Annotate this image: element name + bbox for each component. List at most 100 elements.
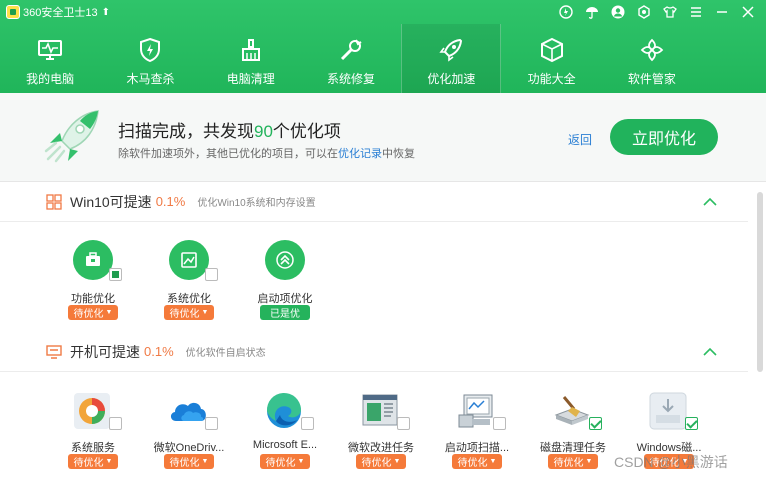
item-checkbox[interactable] [589,417,602,430]
list-item-disk-cleanup[interactable]: 磁盘清理任务 待优化 ▼ [528,389,618,480]
shield-badge-icon[interactable] [556,3,576,21]
monitor-icon [34,34,66,66]
status-text: 待优化 [265,458,296,469]
status-dropdown[interactable]: 待优化 ▼ [452,454,502,469]
status-dropdown[interactable]: 待优化 ▼ [68,454,118,469]
item-label: 系统优化 [167,293,211,305]
status-dropdown[interactable]: 待优化 ▼ [68,305,118,320]
section-percent: 0.1% [144,344,174,359]
app-title: 360安全卫士13 [23,7,98,19]
nav-label: 软件管家 [627,72,676,86]
item-checkbox[interactable] [397,417,410,430]
minimize-icon[interactable] [712,3,732,21]
nav-item-trojan-scan[interactable]: 木马查杀 [100,24,200,93]
nav-label: 优化加速 [427,72,476,86]
caret-down-icon: ▼ [105,309,113,316]
status-dropdown[interactable]: 待优化 ▼ [164,454,214,469]
item-checkbox[interactable] [205,268,218,281]
status-dropdown[interactable]: 待优化 ▼ [356,454,406,469]
scan-result-subtitle: 除软件加速项外，其他已优化的项目，可以在优化记录中恢复 [118,145,415,161]
subtitle-prefix: 除软件加速项外，其他已优化的项目，可以在 [118,148,338,160]
optimize-now-button[interactable]: 立即优化 [610,119,718,155]
nav-item-software-manager[interactable]: 软件管家 [602,24,702,93]
item-label: 启动项扫描... [444,442,510,454]
list-item-onedrive[interactable]: 微软OneDriv... 待优化 ▼ [144,389,234,480]
nav-label: 我的电脑 [26,72,75,86]
status-text: 待优化 [169,458,200,469]
broom-icon [235,34,267,66]
nav-item-feature-center[interactable]: 功能大全 [501,24,601,93]
item-checkbox[interactable] [205,417,218,430]
close-icon[interactable] [738,3,758,21]
status-dropdown[interactable]: 待优化 ▼ [260,454,310,469]
status-text: 待优化 [73,309,104,320]
list-item-system-optimize[interactable]: 系统优化 待优化 ▼ [144,240,234,340]
caret-down-icon: ▼ [201,309,209,316]
item-checkbox[interactable] [109,417,122,430]
status-dropdown[interactable]: 待优化 ▼ [164,305,214,320]
status-badge: 已是优 [260,305,310,320]
shield-bolt-icon [134,34,166,66]
item-label: 微软改进任务 [348,442,414,454]
rocket-illustration-icon [44,110,99,163]
toolbox-icon [73,240,113,280]
section-desc: 优化软件自启状态 [185,348,266,359]
system-service-icon [74,393,110,429]
window-controls [556,3,758,21]
nav-item-optimize[interactable]: 优化加速 [401,24,502,93]
menu-icon[interactable] [686,3,706,21]
list-item-improvement-task[interactable]: 微软改进任务 待优化 ▼ [336,389,426,480]
edge-icon [266,392,301,428]
caret-down-icon: ▼ [201,458,209,465]
windows-grid-icon [46,193,62,210]
list-item-startup-scan[interactable]: 启动项扫描... 待优化 ▼ [432,389,522,480]
item-label: 微软OneDriv... [153,442,225,454]
double-chevron-up-icon [265,240,305,280]
caret-down-icon: ▼ [393,458,401,465]
wrench-icon [335,34,367,66]
cube-icon [536,34,568,66]
section-desc: 优化Win10系统和内存设置 [197,198,316,209]
nav-item-my-computer[interactable]: 我的电脑 [0,24,100,93]
nav-label: 木马查杀 [126,72,175,86]
user-avatar-icon[interactable] [608,3,628,21]
section-percent: 0.1% [155,194,186,209]
caret-down-icon: ▼ [585,458,593,465]
status-text: 待优化 [73,458,104,469]
scan-result-title: 扫描完成，共发现90个优化项 [118,117,341,142]
list-item-system-service[interactable]: 系统服务 待优化 ▼ [48,389,138,480]
optimize-history-link[interactable]: 优化记录 [338,148,382,160]
nav-label: 系统修复 [327,72,376,86]
section-title: 开机可提速 [70,343,140,360]
item-label: Microsoft E... [252,439,318,451]
issue-count: 90 [254,122,273,141]
chevron-up-icon[interactable] [702,344,718,360]
app-header: 360安全卫士13 ⬆ 我的电脑 木马查杀 电脑清理 系统修复 优化加速 功能大… [0,0,766,93]
back-link[interactable]: 返回 [568,131,592,148]
status-dropdown[interactable]: 待优化 ▼ [548,454,598,469]
section-title: Win10可提速 [70,193,152,210]
item-checkbox[interactable] [685,417,698,430]
startup-scan-icon [458,394,493,428]
item-label: 功能优化 [71,293,115,305]
umbrella-icon[interactable] [582,3,602,21]
gear-icon[interactable] [634,3,654,21]
caret-down-icon: ▼ [297,458,305,465]
chevron-up-icon[interactable] [702,194,718,210]
item-label: 系统服务 [71,442,115,454]
status-text: 待优化 [457,458,488,469]
list-item-feature-optimize[interactable]: 功能优化 待优化 ▼ [48,240,138,340]
item-checkbox[interactable] [109,268,122,281]
windows-disk-icon [649,392,687,430]
results-list[interactable]: Win10可提速 0.1% 优化Win10系统和内存设置 功能优化 待优化 ▼ 系… [0,182,766,480]
item-checkbox[interactable] [301,417,314,430]
scrollbar[interactable] [757,192,763,372]
nav-item-system-repair[interactable]: 系统修复 [301,24,401,93]
disk-cleanup-icon [554,396,590,425]
item-checkbox[interactable] [493,417,506,430]
shirt-icon[interactable] [660,3,680,21]
nav-item-cleanup[interactable]: 电脑清理 [201,24,301,93]
list-item-startup-optimize[interactable]: 启动项优化 已是优 [240,240,330,340]
list-item-microsoft-edge[interactable]: Microsoft E... 待优化 ▼ [240,389,330,480]
arrow-up-icon[interactable]: ⬆ [102,7,110,18]
